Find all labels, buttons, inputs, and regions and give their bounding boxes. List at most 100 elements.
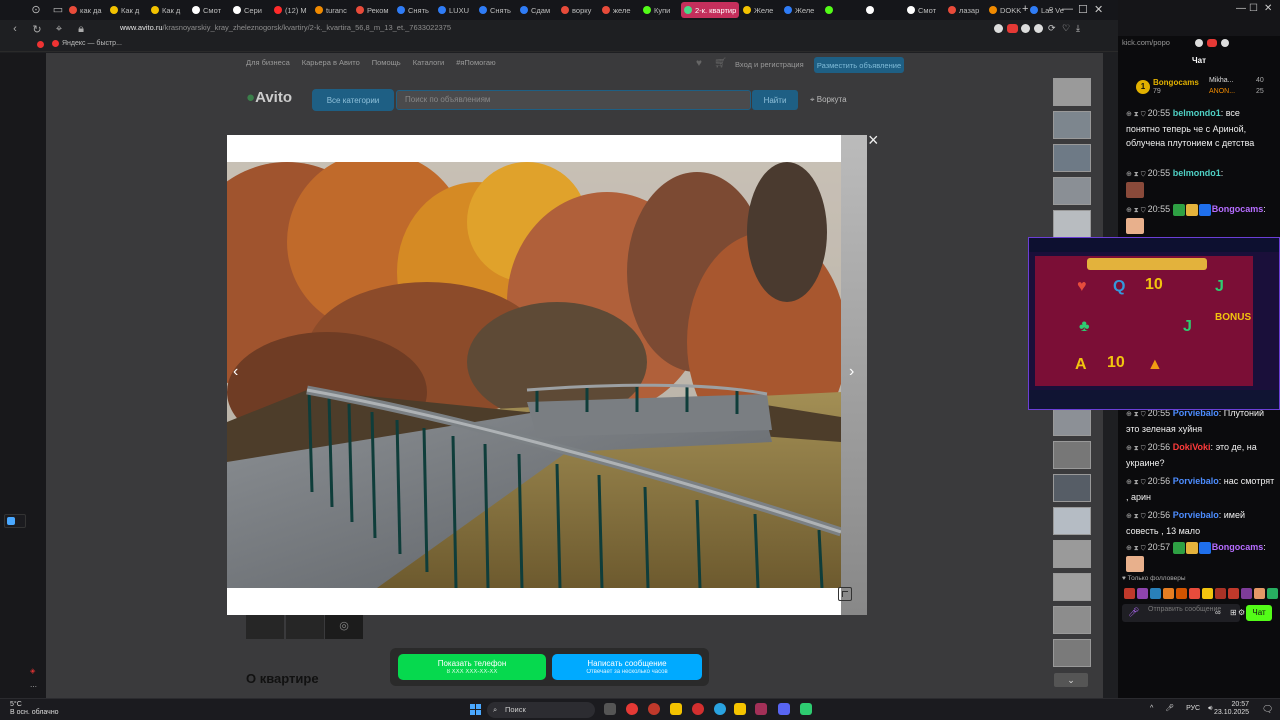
message-username[interactable]: belmondo1 [1173,168,1221,178]
adblock-icon[interactable] [1007,24,1018,33]
tab[interactable]: лазар [945,2,985,18]
bookmark-icon[interactable]: ♡ [1062,23,1070,34]
start-button[interactable] [470,704,481,715]
photo-thumbnail[interactable] [1053,540,1091,568]
emote[interactable] [1176,588,1187,599]
settings-icon[interactable]: ⚙ [1238,608,1245,617]
send-chat-button[interactable]: Чат [1246,605,1272,621]
minimize-button[interactable]: — [1062,3,1073,15]
tab[interactable]: Желе [781,2,821,18]
emote[interactable] [1254,588,1265,599]
photo-thumbnail[interactable] [1053,408,1091,436]
cart-icon[interactable]: 🛒︎ [714,58,727,69]
clock[interactable]: 20:57 23.10.2025 [1214,701,1249,717]
emote[interactable] [1124,588,1135,599]
emote[interactable] [1163,588,1174,599]
modal-close-button[interactable]: × [868,131,879,149]
stream-preview-popup[interactable]: ♥ Q 10 J ♣ J BONUS A 10 ▲ [1028,237,1280,410]
file-explorer-icon[interactable] [670,703,682,715]
tab[interactable]: Сери [230,2,270,18]
nav-help-tag[interactable]: #яПомогаю [456,58,496,67]
system-tray[interactable]: ^ 🎤︎ РУС 🔊︎ [1150,704,1213,713]
volume-icon[interactable]: 🔊︎ [1208,705,1212,712]
emote[interactable] [1150,588,1161,599]
all-categories-button[interactable]: Все категории [312,89,394,111]
emote[interactable] [1267,588,1278,599]
tab[interactable]: Смот [904,2,944,18]
discord-icon[interactable] [778,703,790,715]
avito-logo[interactable]: ●Avito [246,89,292,106]
gallery-thumb[interactable] [286,613,324,639]
close-window-button[interactable]: ✕ [1094,3,1103,16]
back-icon[interactable]: ‹ [8,23,22,35]
tab[interactable]: как да [66,2,106,18]
photo-thumbnail[interactable] [1053,606,1091,634]
tab-active[interactable]: 2-к. квартир [681,2,739,18]
tab[interactable]: Реком [353,2,393,18]
chat-url[interactable]: kick.com/popo [1122,38,1170,47]
write-message-button[interactable]: Написать сообщение Отвечает за несколько… [552,654,702,680]
tab[interactable]: Как д [148,2,188,18]
photo-thumbnail[interactable] [1053,111,1091,139]
telegram-icon[interactable] [714,703,726,715]
tab[interactable]: Желе [740,2,780,18]
tab[interactable]: Las Ve [1027,2,1067,18]
minimize-button[interactable]: — [1236,3,1246,14]
maximize-button[interactable]: ☐ [1078,3,1088,16]
leader-3-name[interactable]: ANON... [1209,88,1235,95]
tab[interactable]: LUXU [435,2,475,18]
tab[interactable]: Сдам [517,2,557,18]
yandex-browser-icon[interactable] [626,703,638,715]
tab[interactable] [822,2,862,18]
new-tab-button[interactable]: + [1022,3,1028,15]
next-photo-button[interactable]: › [849,363,854,381]
photo-thumbnail[interactable] [1053,78,1091,106]
photo-thumbnail[interactable] [1053,573,1091,601]
extension-icon[interactable] [994,24,1003,33]
reload-icon[interactable]: ↻ [30,23,44,36]
floating-widget[interactable] [4,514,26,528]
message-username[interactable]: Porviebalo [1173,510,1219,520]
emote[interactable] [1202,588,1213,599]
bookmark-yandex[interactable]: Яндекс — быстр... [52,40,122,47]
emote[interactable] [1189,588,1200,599]
photo-thumbnail[interactable] [1053,144,1091,172]
app-icon[interactable] [800,703,812,715]
favorites-icon[interactable]: ♥ [696,58,702,69]
tab[interactable]: Купи [640,2,680,18]
nav-catalogs[interactable]: Каталоги [413,58,444,67]
city-selector[interactable]: ⌖ Воркута [810,95,847,105]
tab[interactable]: turanc [312,2,352,18]
message-username[interactable]: Porviebalo [1173,476,1219,486]
photo-thumbnail[interactable] [1053,474,1091,502]
tab[interactable]: желе [599,2,639,18]
taskbar-search[interactable]: ⌕ Поиск [487,702,595,718]
photo-thumbnail[interactable] [1053,441,1091,469]
message-username[interactable]: DokiVoki [1173,442,1211,452]
weather-widget[interactable]: 5°C В осн. облачно [10,701,59,717]
tab[interactable]: Снять [394,2,434,18]
extension-icon-3[interactable] [1034,24,1043,33]
location-icon[interactable]: ⌖ [52,23,66,36]
fullscreen-icon[interactable] [838,587,852,601]
close-button[interactable]: ✕ [1264,3,1272,14]
nav-help[interactable]: Помощь [372,58,401,67]
downloads-icon[interactable]: ⤓ [1076,23,1080,34]
tab[interactable]: Снять [476,2,516,18]
language-indicator[interactable]: РУС [1186,705,1200,712]
app-icon[interactable] [648,703,660,715]
post-ad-button[interactable]: Разместить объявление [814,57,904,73]
mic-icon[interactable]: 🎤︎ [1165,705,1174,712]
gift-icon[interactable]: ⊞ [1230,608,1237,617]
message-username[interactable]: belmondo1 [1173,108,1221,118]
emote[interactable] [1215,588,1226,599]
tab[interactable]: Как д [107,2,147,18]
rail-icon[interactable]: ◈ [30,667,35,675]
app-icon[interactable] [734,703,746,715]
leader-1-name[interactable]: Bongocams [1153,78,1199,87]
browser-menu-icon[interactable]: ⊙ [30,4,42,16]
maximize-button[interactable]: ☐ [1249,3,1258,14]
photo-thumbnail[interactable] [1053,210,1091,238]
photo-thumbnail[interactable] [1053,507,1091,535]
app-icon-active[interactable] [755,703,767,715]
